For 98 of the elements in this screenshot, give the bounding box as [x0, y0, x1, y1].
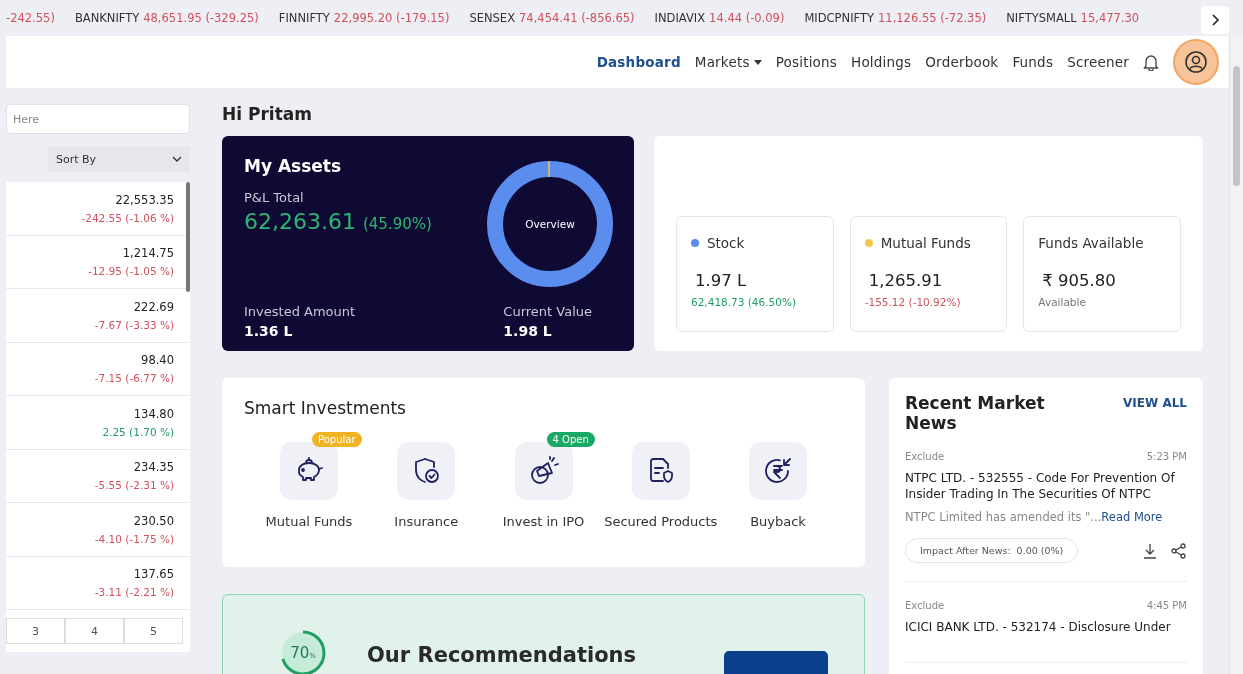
nav-link[interactable]: Orderbook [925, 54, 999, 70]
index-name: BANKNIFTY [74, 11, 140, 25]
change-text: -7.15 (-6.77 %) [94, 372, 174, 385]
card-title: My Assets [244, 156, 343, 176]
price-text: 230.50 [133, 513, 174, 528]
caret-icon [753, 59, 762, 65]
chevron-right-icon [1210, 14, 1220, 26]
change-text: -242.55 (-1.06 %) [81, 211, 174, 224]
index-change: -242.55) [6, 11, 55, 25]
watchlist-row[interactable]: 134.80 2.25 (1.70 %) [6, 396, 190, 450]
index-name: MIDCPNIFTY [804, 11, 874, 25]
watchlist-row[interactable]: 222.69 -7.67 (-3.33 %) [6, 289, 190, 343]
change-text: 2.25 (1.70 %) [102, 425, 174, 438]
investment-label[interactable]: Insurance [394, 514, 459, 529]
icon-tile[interactable] [631, 442, 690, 500]
price-text: 22,553.35 [115, 192, 174, 207]
invested-label: Invested Amount [244, 304, 356, 319]
read-more-link[interactable]: Read More [1101, 510, 1163, 525]
nav-link[interactable]: Markets [694, 54, 762, 70]
watchlist-row[interactable]: 230.50 -4.10 (-1.75 %) [6, 503, 190, 557]
change-text: -7.67 (-3.33 %) [94, 318, 174, 331]
news-tag: Exclude [905, 600, 945, 612]
index-value: 48,651.95 (-329.25) [143, 11, 259, 25]
index-name: INDIAVIX [654, 11, 706, 25]
ticker-next-button[interactable] [1201, 6, 1229, 34]
watchlist-row[interactable]: 98.40 -7.15 (-6.77 %) [6, 342, 190, 396]
watchlist-row[interactable]: 234.35 -5.55 (-2.31 %) [6, 449, 190, 503]
index-name: SENSEX [469, 11, 516, 25]
bell-icon[interactable] [1143, 53, 1159, 71]
price-text: 98.40 [141, 353, 174, 368]
price-text: 234.35 [133, 460, 174, 475]
nav-link[interactable]: Funds [1012, 54, 1054, 70]
holding-value: 1,265.91 [868, 270, 944, 290]
news-time: 4:45 PM [1146, 600, 1187, 612]
investment-label[interactable]: Invest in IPO [502, 514, 585, 529]
news-headline[interactable]: NTPC LTD. - 532555 - Code For Prevention Of Insider Trading In The Securities Of NTPC [905, 470, 1187, 503]
investment-label[interactable]: Buyback [750, 514, 806, 529]
sort-dropdown[interactable]: Sort By [48, 146, 190, 172]
news-headline[interactable]: ICICI BANK LTD. - 532174 - Disclosure Under [905, 619, 1187, 636]
change-text: -3.11 (-2.21 %) [94, 586, 174, 599]
news-summary: NTPC Limited has amended its "...Read More [905, 510, 1164, 525]
icon-tile[interactable] [397, 442, 456, 500]
price-text: 134.80 [133, 406, 174, 421]
holding-change: Available [1038, 295, 1087, 308]
page-scrollbar[interactable] [1229, 36, 1243, 674]
pnl-label: P&L Total [244, 190, 305, 205]
news-time: 5:23 PM [1146, 451, 1187, 463]
index-name: NIFTYSMALL [1006, 11, 1077, 25]
list-scrollbar[interactable] [186, 182, 190, 292]
icon-tile[interactable] [749, 442, 807, 500]
holding-label: Stock [707, 234, 745, 251]
card-title: Recent Market News [905, 394, 1046, 434]
holding-value: ₹ 905.80 [1042, 270, 1117, 290]
search-field[interactable]: Here [6, 104, 190, 134]
share-icon[interactable] [1171, 542, 1187, 559]
price-text: 1,214.75 [122, 246, 174, 261]
index-value: 15,477.30 [1080, 11, 1140, 25]
index-value: 22,995.20 (-179.15) [333, 11, 450, 25]
user-icon [1184, 50, 1208, 74]
investment-label[interactable]: Mutual Funds [265, 514, 353, 529]
card-title: Our Recommendations [367, 643, 637, 667]
index-value: 14.44 (-0.09) [709, 11, 785, 25]
pnl-value: 62,263.61 [244, 209, 356, 234]
current-label: Current Value [503, 304, 592, 319]
index-value: 11,126.55 (-72.35) [878, 11, 987, 25]
page-button[interactable]: 3 [6, 618, 65, 644]
nav-link[interactable]: Dashboard [596, 54, 681, 70]
change-text: -5.55 (-2.31 %) [94, 479, 174, 492]
index-name: FINNIFTY [278, 11, 330, 25]
change-text: -12.95 (-1.05 %) [88, 265, 174, 278]
holding-change: -155.12 (-10.92%) [864, 295, 962, 308]
invested-value: 1.36 L [244, 323, 294, 339]
profile-button[interactable] [1173, 39, 1219, 85]
badge: Popular [312, 432, 362, 447]
news-tag: Exclude [905, 451, 945, 463]
nav-link[interactable]: Positions [775, 54, 838, 70]
holding-change: 62,418.73 (46.50%) [691, 295, 797, 308]
current-value: 1.98 L [503, 323, 553, 339]
pnl-percent: (45.90%) [362, 215, 432, 233]
holding-label: Mutual Funds [880, 234, 971, 251]
badge: 4 Open [546, 432, 595, 447]
holding-label: Funds Available [1038, 234, 1144, 251]
holding-value: 1.97 L [695, 270, 748, 290]
price-text: 137.65 [133, 567, 174, 582]
chevron-down-icon [172, 156, 182, 162]
price-text: 222.69 [133, 299, 174, 314]
page-button[interactable]: 5 [124, 618, 183, 644]
change-text: -4.10 (-1.75 %) [94, 532, 174, 545]
index-value: 74,454.41 (-856.65) [519, 11, 635, 25]
card-title: Smart Investments [244, 398, 407, 418]
nav-link[interactable]: Holdings [851, 54, 912, 70]
nav-link[interactable]: Screener [1067, 54, 1129, 70]
download-icon[interactable] [1143, 542, 1157, 559]
view-all-link[interactable]: VIEW ALL [1123, 396, 1187, 410]
investment-label[interactable]: Secured Products [604, 514, 718, 529]
donut-label: Overview [525, 218, 575, 230]
page-button[interactable]: 4 [65, 618, 124, 644]
greeting: Hi Pritam [222, 104, 313, 124]
